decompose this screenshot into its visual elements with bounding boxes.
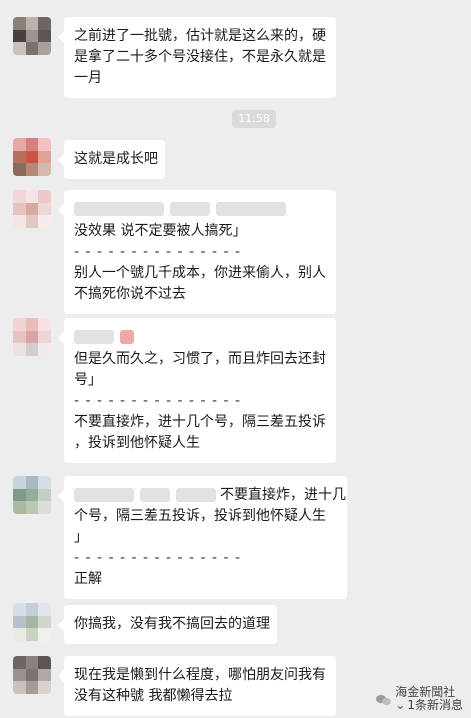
- timestamp: 11:58: [232, 110, 276, 128]
- message-text: 一月: [74, 70, 102, 86]
- wechat-icon: [376, 691, 392, 707]
- message-text: 是拿了二十多个号没接住，不是永久就是: [74, 49, 326, 65]
- message-bubble[interactable]: 之前进了一批號，估计就是这么来的，硬 是拿了二十多个号没接住，不是永久就是 一月: [58, 17, 336, 98]
- quoted-text: 没效果 说不定要被人搞死」: [74, 223, 247, 239]
- message-bubble[interactable]: 你搞我，没有我不搞回去的道理: [58, 605, 277, 644]
- message-bubble[interactable]: ：不要直接炸，进十几 个号，隔三差五投诉，投诉到他怀疑人生 」 - - - - …: [58, 476, 347, 599]
- quoted-sender: [74, 485, 216, 505]
- message-text: 之前进了一批號，估计就是这么来的，硬: [74, 28, 326, 44]
- avatar[interactable]: [13, 603, 51, 641]
- avatar[interactable]: [13, 190, 51, 228]
- message-bubble[interactable]: 现在我是懒到什么程度，哪怕朋友问我有 没有这种號 我都懒得去拉: [58, 656, 336, 716]
- quoted-text: 号」: [74, 372, 102, 388]
- message-bubble[interactable]: 没效果 说不定要被人搞死」 - - - - - - - - - - - - - …: [58, 190, 336, 314]
- message-text: 不搞死你说不过去: [74, 286, 186, 302]
- message-text: 你搞我，没有我不搞回去的道理: [74, 616, 270, 632]
- message-text: 这就是成长吧: [74, 151, 158, 167]
- message-text: 现在我是懒到什么程度，哪怕朋友问我有: [74, 667, 326, 683]
- message-text: 正解: [74, 571, 102, 587]
- quoted-sender: [74, 199, 326, 219]
- quote-divider: - - - - - - - - - - - - - - -: [74, 550, 242, 566]
- quoted-text: 」: [74, 529, 88, 545]
- quoted-sender: [74, 327, 326, 347]
- message-bubble[interactable]: 但是久而久之，习惯了，而且炸回去还封 号」 - - - - - - - - - …: [58, 318, 336, 463]
- avatar[interactable]: [13, 138, 51, 176]
- avatar[interactable]: [13, 17, 51, 55]
- quote-divider: - - - - - - - - - - - - - - -: [74, 393, 242, 409]
- avatar[interactable]: [13, 476, 51, 514]
- quoted-text: 个号，隔三差五投诉，投诉到他怀疑人生: [74, 508, 326, 524]
- quoted-header: ：不要直接炸，进十几: [74, 485, 346, 506]
- new-message-count: 1条新消息: [407, 698, 463, 712]
- message-text: 别人一个號几千成本，你进来偷人，别人: [74, 265, 326, 281]
- avatar[interactable]: [13, 318, 51, 356]
- avatar[interactable]: [13, 656, 51, 694]
- quoted-text: 但是久而久之，习惯了，而且炸回去还封: [74, 351, 326, 367]
- arrow-down-icon: ⌄: [395, 698, 406, 712]
- new-message-indicator[interactable]: 海金新聞社 ⌄ 1条新消息: [376, 686, 463, 712]
- message-bubble[interactable]: 这就是成长吧: [58, 140, 165, 179]
- message-text: 没有这种號 我都懒得去拉: [74, 688, 233, 704]
- message-text: 不要直接炸，进十几个号，隔三差五投诉: [74, 414, 326, 430]
- quote-divider: - - - - - - - - - - - - - - -: [74, 244, 242, 260]
- message-text: ，投诉到他怀疑人生: [74, 435, 200, 451]
